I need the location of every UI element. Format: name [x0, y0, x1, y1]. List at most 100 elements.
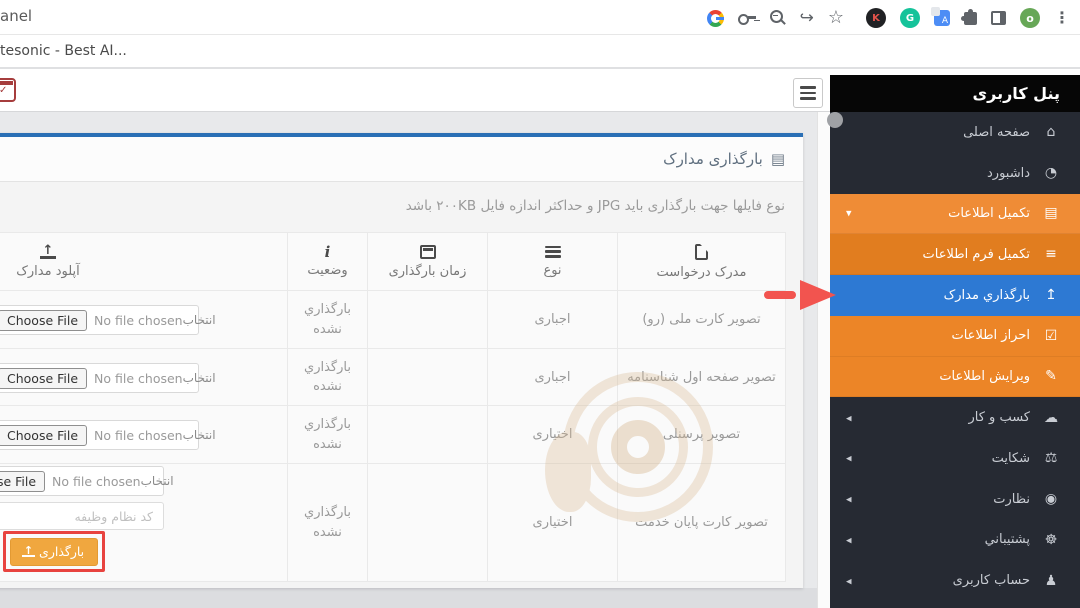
share-icon[interactable]: ↪	[800, 10, 814, 27]
upload-cell: Choose FileNo file chosenانتخاب	[0, 406, 288, 464]
sidebar-item-4[interactable]: ≡تکمیل فرم اطلاعات	[830, 234, 1080, 275]
grammarly-icon[interactable]: G	[900, 8, 920, 28]
file-input[interactable]: Choose FileNo file chosenانتخاب	[0, 363, 199, 393]
site-logo-calendar-icon	[0, 78, 16, 102]
caret-left-icon: ◂	[846, 411, 852, 424]
sidebar-item-8[interactable]: ☁ کسب و کار ◂	[830, 397, 1080, 438]
status-text: بارگذاري نشده	[297, 358, 359, 397]
sidebar-item-6[interactable]: ☑ احراز اطلاعات	[830, 316, 1080, 357]
footer-strip	[0, 588, 830, 608]
upload-icon: ↥	[1040, 287, 1062, 303]
column-header: وضعیت	[307, 263, 347, 278]
sidebar-item-9[interactable]: ⚖شکایت◂	[830, 438, 1080, 479]
upload-time-cell	[368, 406, 488, 464]
no-file-chosen-text: No file chosen	[94, 371, 183, 386]
sidebar-item-3[interactable]: ▤تکمیل اطلاعات▾	[830, 194, 1080, 235]
menu-toggle-button[interactable]	[793, 78, 823, 108]
browser-toolbar-icons: ↪ ☆ K G A o ⋮	[707, 5, 1070, 31]
column-header: مدرک درخواست	[657, 265, 747, 280]
bookmark-star-icon[interactable]: ☆	[828, 9, 844, 27]
upload-time-cell	[368, 291, 488, 349]
info-icon: i	[325, 246, 331, 258]
status-cell: بارگذاري نشده	[288, 406, 368, 464]
upload-time-cell	[368, 349, 488, 406]
scrollbar-thumb[interactable]	[827, 112, 843, 128]
doc-type-cell: اجباری	[488, 349, 618, 406]
doc-name-cell: تصویر صفحه اول شناسنامه	[618, 349, 786, 406]
cloud-icon: ☁	[1040, 410, 1062, 426]
dashboard-icon: ◔	[1040, 165, 1062, 181]
profile-avatar[interactable]: o	[1020, 8, 1040, 28]
file-input[interactable]: Choose FileNo file chosenانتخاب	[0, 305, 199, 335]
sidebar-item-2[interactable]: ◔ داشبورد	[830, 153, 1080, 194]
password-key-icon[interactable]	[738, 12, 756, 24]
sidebar-item-label: پشتیباني	[985, 532, 1030, 547]
upload-time-cell	[368, 464, 488, 582]
status-cell: بارگذاري نشده	[288, 464, 368, 582]
sidebar-item-label: احراز اطلاعات	[951, 328, 1030, 343]
user-icon: ♟	[1040, 573, 1062, 589]
sidebar-item-12[interactable]: ♟حساب کاربری◂	[830, 560, 1080, 601]
zoom-out-icon[interactable]	[770, 10, 786, 26]
home-icon: ⌂	[1040, 124, 1062, 140]
sidebar-item-label: داشبورد	[987, 166, 1030, 181]
doc-name-cell: تصویر کارت ملی (رو)	[618, 291, 786, 349]
select-label: انتخاب	[141, 474, 174, 488]
user-panel-sidebar: پنل کاربری ⌂صفحه اصلی◔داشبورد▤تکمیل اطلا…	[830, 75, 1080, 608]
upload-cell: Choose FileNo file chosenانتخاب	[0, 291, 288, 349]
sidebar-item-7[interactable]: ✎ویرایش اطلاعات	[830, 357, 1080, 398]
sidebar-item-10[interactable]: ◉نظارت◂	[830, 479, 1080, 520]
choose-file-button[interactable]: Choose File	[0, 471, 45, 492]
browser-chrome: anel ↪ ☆ K G A o ⋮	[0, 0, 1080, 34]
upload-notice: نوع فایلها جهت بارگذاری باید JPG و حداکث…	[0, 182, 803, 226]
table-row: تصویر کارت ملی (رو)اجباریبارگذاري نشدهCh…	[0, 291, 786, 349]
highlight-red-box: ↑بارگذاری	[3, 531, 105, 572]
status-cell: بارگذاري نشده	[288, 291, 368, 349]
sidebar-item-label: صفحه اصلی	[963, 125, 1030, 140]
choose-file-button[interactable]: Choose File	[0, 310, 87, 331]
calendar-icon	[420, 245, 436, 259]
id-card-icon: ▤	[771, 150, 785, 168]
status-text: بارگذاري نشده	[297, 415, 359, 454]
bookmark-label[interactable]: tesonic - Best AI...	[0, 43, 127, 59]
table-row: تصویر پرسنلیاختیاریبارگذاري نشدهChoose F…	[0, 406, 786, 464]
file-icon	[695, 244, 708, 260]
form-list-icon: ≡	[1040, 246, 1062, 262]
sidebar-item-1[interactable]: ⌂ صفحه اصلی	[830, 112, 1080, 153]
military-code-input[interactable]	[0, 502, 164, 530]
extension-avatar-k[interactable]: K	[866, 8, 886, 28]
choose-file-button[interactable]: Choose File	[0, 368, 87, 389]
eye-icon: ◉	[1040, 491, 1062, 507]
browser-tab-title: anel	[0, 7, 32, 25]
file-input[interactable]: Choose FileNo file chosenانتخاب	[0, 420, 199, 450]
check-square-icon: ☑	[1040, 328, 1062, 344]
translate-icon[interactable]: A	[934, 10, 950, 26]
support-icon: ☸	[1040, 532, 1062, 548]
sidebar-item-11[interactable]: ☸پشتیباني◂	[830, 520, 1080, 561]
file-input[interactable]: Choose FileNo file chosenانتخاب	[0, 466, 164, 496]
no-file-chosen-text: No file chosen	[52, 474, 141, 489]
google-logo-icon[interactable]	[707, 10, 724, 27]
sidebar-item-label: بارگذاري مدارک	[944, 288, 1030, 303]
browser-menu-dots-icon[interactable]: ⋮	[1054, 10, 1070, 26]
upload-button[interactable]: ↑بارگذاری	[10, 538, 98, 566]
upload-icon: ↑	[43, 245, 54, 259]
caret-left-icon: ◂	[846, 452, 852, 465]
site-navbar	[0, 69, 830, 112]
page-scrollbar[interactable]	[817, 112, 830, 608]
list-icon	[545, 246, 561, 258]
caret-down-icon: ▾	[846, 207, 852, 220]
status-text: بارگذاري نشده	[297, 503, 359, 542]
upload-icon: ↑	[24, 546, 33, 557]
choose-file-button[interactable]: Choose File	[0, 425, 87, 446]
side-panel-icon[interactable]	[991, 11, 1006, 25]
doc-name-cell: تصویر پرسنلی	[618, 406, 786, 464]
screenshot-root: anel ↪ ☆ K G A o ⋮ tesonic - Best AI... …	[0, 0, 1080, 608]
no-file-chosen-text: No file chosen	[94, 428, 183, 443]
documents-table: مدرک درخواست نوع زمان بارگذاری i وضعیت ↑…	[0, 232, 786, 582]
caret-left-icon: ◂	[846, 574, 852, 587]
sidebar-item-label: کسب و کار	[968, 410, 1030, 425]
extensions-puzzle-icon[interactable]	[964, 12, 977, 25]
sidebar-item-5[interactable]: ↥ بارگذاري مدارک	[830, 275, 1080, 316]
id-card-icon: ▤	[1040, 205, 1062, 221]
